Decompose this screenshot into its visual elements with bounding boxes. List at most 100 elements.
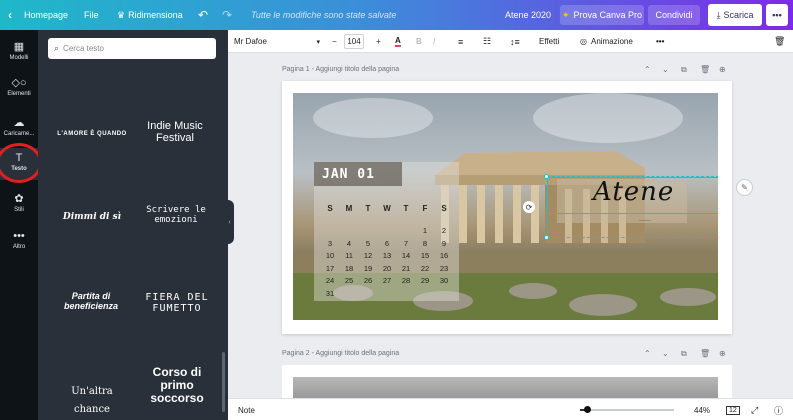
share-button[interactable]: Condividi xyxy=(648,5,700,25)
search-input[interactable]: ⌕ Cerca testo xyxy=(48,38,216,59)
file-menu[interactable]: File xyxy=(84,0,99,30)
day-header: S xyxy=(327,204,333,213)
day-header: M xyxy=(345,204,353,213)
template-title: Un'altra chance xyxy=(71,386,113,415)
calendar-day: 19 xyxy=(363,263,373,273)
copy-page-icon[interactable]: ⧉ xyxy=(681,65,687,75)
sidebar-item-styles[interactable]: ✿ Stili xyxy=(0,190,38,218)
redo-icon[interactable]: ↷ xyxy=(222,0,232,30)
calendar-day: 1 xyxy=(422,226,428,235)
panel-scrollbar[interactable] xyxy=(222,352,225,412)
sidebar-item-more[interactable]: ••• Altro xyxy=(0,228,38,256)
help-icon[interactable]: ⓘ xyxy=(774,399,783,420)
homepage-link[interactable]: Homepage xyxy=(24,0,68,30)
fullscreen-icon[interactable]: ⤢ xyxy=(751,399,758,420)
crown-icon: ♛ xyxy=(117,9,126,20)
day-header: T xyxy=(365,204,371,213)
save-status: Tutte le modifiche sono state salvate xyxy=(251,10,397,20)
font-size-increase-button[interactable]: + xyxy=(376,30,381,53)
design-title[interactable]: Atene xyxy=(593,177,674,207)
add-page-icon[interactable]: ⊕ xyxy=(719,65,726,74)
chevron-up-icon[interactable]: ⌃ xyxy=(644,65,651,74)
palette-icon: ✿ xyxy=(14,193,24,205)
calendar-day: 26 xyxy=(363,276,373,285)
page-title[interactable]: Pagina 1 - Aggiungi titolo della pagina xyxy=(282,66,399,73)
add-page-icon[interactable]: ⊕ xyxy=(719,349,726,358)
rotate-icon[interactable]: ⟳ xyxy=(523,201,535,213)
more-options-icon[interactable]: ••• xyxy=(766,4,788,26)
effects-button[interactable]: Effetti xyxy=(539,30,559,53)
text-template[interactable]: Un'altra chance xyxy=(52,381,132,416)
calendar-block[interactable]: JAN 01 S M T W T F S 1 2 3 4 5 6 7 8 9 10 11 12 13 14… xyxy=(314,162,459,301)
undo-icon[interactable]: ↶ xyxy=(198,0,208,30)
align-center-icon[interactable]: ≡ xyxy=(458,30,463,53)
sidebar-item-label: Elementi xyxy=(7,91,31,97)
back-chevron-icon[interactable]: ‹ xyxy=(8,0,12,30)
resize-button[interactable]: ♛ Ridimensiona xyxy=(117,0,183,30)
calendar-day: 2 xyxy=(441,226,447,235)
template-title: Indie Music Festival xyxy=(147,120,203,145)
text-template[interactable]: Indie Music Festival xyxy=(138,120,212,144)
template-title: Scrivere le emozioni xyxy=(146,205,206,225)
calendar-day: 24 xyxy=(325,276,335,285)
text-template[interactable]: Dimmi di sì xyxy=(52,206,132,224)
chevron-down-icon[interactable]: ⌄ xyxy=(662,349,669,358)
download-button[interactable]: ⤓ Scarica xyxy=(708,4,762,26)
chevron-up-icon[interactable]: ⌃ xyxy=(644,349,651,358)
calendar-day: 18 xyxy=(344,263,354,273)
delete-page-icon[interactable]: 🗑 xyxy=(700,349,710,358)
notes-button[interactable]: Note xyxy=(238,399,255,420)
trash-icon[interactable]: 🗑 xyxy=(774,30,785,53)
zoom-slider-knob[interactable] xyxy=(583,406,591,413)
text-template[interactable]: Partita di beneficienza xyxy=(56,291,126,312)
document-title[interactable]: Atene 2020 xyxy=(505,0,551,30)
animation-icon: ◎ xyxy=(580,37,587,46)
text-template[interactable]: FIERA DEL FUMETTO xyxy=(142,292,212,314)
collapse-panel-chevron-icon[interactable]: ‹ xyxy=(225,200,234,244)
calendar-day: 21 xyxy=(401,263,411,273)
font-select[interactable]: Mr Dafoe ▾ xyxy=(234,30,320,53)
delete-page-icon[interactable]: 🗑 xyxy=(700,65,710,74)
try-pro-button[interactable]: ✦ Prova Canva Pro xyxy=(560,5,644,25)
spacing-icon[interactable]: ↕≡ xyxy=(510,30,520,53)
calendar-day: 16 xyxy=(439,251,449,260)
bold-button[interactable]: B xyxy=(416,30,422,53)
list-icon[interactable]: ☷ xyxy=(483,30,491,53)
comment-icon[interactable]: ✎ xyxy=(736,179,753,196)
sidebar-item-label: Modelli xyxy=(9,55,29,61)
more-options-icon[interactable]: ••• xyxy=(656,30,664,53)
design-canvas[interactable]: JAN 01 S M T W T F S 1 2 3 4 5 6 7 8 9 10 11 12 13 14… xyxy=(293,93,718,320)
shapes-icon: ◇○ xyxy=(11,77,27,89)
star-icon: ✦ xyxy=(561,9,570,20)
sidebar-item-uploads[interactable]: ☁ Caricame... xyxy=(0,114,38,142)
italic-button[interactable]: I xyxy=(433,30,435,53)
day-header: S xyxy=(441,204,447,213)
page-title[interactable]: Pagina 2 - Aggiungi titolo della pagina xyxy=(282,350,399,357)
text-panel: ⌕ Cerca testo L'AMORE È QUANDO Indie Mus… xyxy=(38,30,228,420)
more-dots-icon: ••• xyxy=(13,230,25,242)
animation-button[interactable]: ◎ Animazione xyxy=(580,30,633,53)
chevron-down-icon[interactable]: ⌄ xyxy=(662,65,669,74)
text-template[interactable]: Scrivere le emozioni xyxy=(142,205,210,226)
sidebar-item-label: Caricame... xyxy=(3,131,35,137)
font-size-decrease-button[interactable]: − xyxy=(332,30,337,53)
calendar-day: 10 xyxy=(325,251,335,260)
page-count-button[interactable]: 12 xyxy=(726,399,740,420)
resize-handle[interactable] xyxy=(544,235,549,240)
text-template[interactable]: L'AMORE È QUANDO xyxy=(52,122,132,140)
calendar-day: 7 xyxy=(403,238,409,248)
resize-handle[interactable] xyxy=(544,174,549,179)
zoom-slider[interactable] xyxy=(580,406,674,413)
text-template[interactable]: Corso di primo soccorso xyxy=(142,365,212,406)
sidebar-item-templates[interactable]: ▦ Modelli xyxy=(0,38,38,66)
zoom-level[interactable]: 44% xyxy=(694,399,710,420)
text-color-button[interactable]: A xyxy=(395,30,401,53)
copy-page-icon[interactable]: ⧉ xyxy=(681,349,687,359)
sidebar-item-label: Stili xyxy=(14,207,24,213)
day-header: W xyxy=(383,204,391,213)
template-title: Partita di beneficienza xyxy=(63,291,119,311)
sidebar-item-elements[interactable]: ◇○ Elementi xyxy=(0,74,38,102)
calendar-day: 22 xyxy=(420,263,430,273)
workspace: Pagina 1 - Aggiungi titolo della pagina … xyxy=(234,53,793,407)
font-size-input[interactable]: 104 xyxy=(344,34,364,49)
